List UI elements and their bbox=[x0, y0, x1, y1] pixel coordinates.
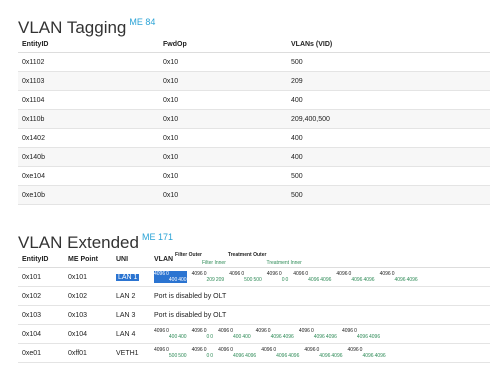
table-row: 0xe104 0x10 500 bbox=[18, 166, 490, 186]
uni-cell: LAN 2 bbox=[112, 286, 150, 306]
entity-id-cell: 0x140b bbox=[18, 147, 159, 167]
uni-label[interactable]: VETH1 bbox=[116, 350, 139, 357]
entity-id-cell: 0xe10b bbox=[18, 185, 159, 205]
uni-cell: LAN 4 bbox=[112, 324, 150, 344]
vlan-tag: 4096040964096 bbox=[347, 347, 386, 359]
table-row: 0x1102 0x10 500 bbox=[18, 52, 490, 72]
uni-label[interactable]: LAN 2 bbox=[116, 293, 135, 300]
fwdop-cell: 0x10 bbox=[159, 185, 287, 205]
entity-id-cell: 0x104 bbox=[18, 324, 64, 344]
col-fwdop: FwdOp bbox=[159, 36, 287, 53]
fwdop-cell: 0x10 bbox=[159, 128, 287, 148]
vlan-tag: 4096040964096 bbox=[336, 271, 375, 283]
table-row: 0x103 0x103 LAN 3 Port is disabled by OLT bbox=[18, 305, 490, 325]
fwdop-cell: 0x10 bbox=[159, 52, 287, 72]
entity-id-cell: 0x1104 bbox=[18, 90, 159, 110]
table-row: 0x110b 0x10 209,400,500 bbox=[18, 109, 490, 129]
fwdop-cell: 0x10 bbox=[159, 166, 287, 186]
fwdop-cell: 0x10 bbox=[159, 109, 287, 129]
me-point-cell: 0x104 bbox=[64, 324, 112, 344]
table-row: 0x1103 0x10 209 bbox=[18, 71, 490, 91]
vlan-cell: 40960400400 40960209209 40960500500 4096000… bbox=[150, 267, 490, 287]
vlan-tag: 4096040964096 bbox=[298, 328, 337, 340]
vlans-cell: 400 bbox=[287, 128, 490, 148]
vlan-tag: 4096040964096 bbox=[218, 347, 257, 359]
vlans-cell: 400 bbox=[287, 90, 490, 110]
vlan-tag: 4096040964096 bbox=[341, 328, 381, 340]
vlan-cell: 40960500500 4096000 4096040964096 409604096… bbox=[150, 343, 490, 363]
table-row: 0x104 0x104 LAN 4 4096040040040960004096040… bbox=[18, 324, 490, 344]
vlan-tag: 40960209209 bbox=[191, 271, 225, 283]
vlan-tagging-table: EntityID FwdOp VLANs (VID) 0x1102 0x10 500… bbox=[18, 36, 490, 205]
table-row: 0xe01 0xff01 VETH1 40960500500 4096000 409604… bbox=[18, 343, 490, 363]
vlans-cell: 500 bbox=[287, 166, 490, 186]
entity-id-cell: 0x1402 bbox=[18, 128, 159, 148]
col-uni: UNI bbox=[112, 251, 150, 268]
vlan-tagging-title: VLAN Tagging ME 84 bbox=[18, 17, 156, 37]
vlan-tag: 4096000 bbox=[191, 328, 214, 340]
table-row: 0x1402 0x10 400 bbox=[18, 128, 490, 148]
vlan-cell: 40960400400 4096000 40960400400 40960409640… bbox=[150, 324, 490, 344]
fwdop-cell: 0x10 bbox=[159, 90, 287, 110]
entity-id-cell: 0x103 bbox=[18, 305, 64, 325]
table-row: 0x102 0x102 LAN 2 Port is disabled by OLT bbox=[18, 286, 490, 306]
vlan-extended-title: VLAN Extended ME 171 bbox=[18, 232, 173, 252]
vlan-tag: 4096040964096 bbox=[379, 271, 418, 283]
vlan-tag: 4096000 bbox=[191, 347, 214, 359]
vlan-tag: 40960500500 bbox=[154, 347, 187, 359]
entity-id-cell: 0x101 bbox=[18, 267, 64, 287]
vlan-extended-table: EntityID ME Point UNI VLAN Filter OuterF… bbox=[18, 251, 490, 363]
vlan-tag: 4096040964096 bbox=[261, 347, 300, 359]
vlan-tag: 40960400400 bbox=[154, 328, 187, 340]
col-me-point: ME Point bbox=[64, 251, 112, 268]
vlan-tag: 40960500500 bbox=[229, 271, 262, 283]
entity-id-cell: 0x1103 bbox=[18, 71, 159, 91]
me-badge: ME 171 bbox=[141, 232, 173, 242]
vlan-tag: 4096040964096 bbox=[293, 271, 332, 283]
vlan-tag: 40960400400 bbox=[154, 271, 187, 283]
vlan-tag: 40960400400 bbox=[218, 328, 251, 340]
me-point-cell: 0x103 bbox=[64, 305, 112, 325]
table-row: 0x140b 0x10 400 bbox=[18, 147, 490, 167]
entity-id-cell: 0x102 bbox=[18, 286, 64, 306]
uni-cell: LAN 3 bbox=[112, 305, 150, 325]
uni-label[interactable]: LAN 3 bbox=[116, 312, 135, 319]
entity-id-cell: 0xe104 bbox=[18, 166, 159, 186]
col-vlans: VLANs (VID) bbox=[287, 36, 490, 53]
entity-id-cell: 0x1102 bbox=[18, 52, 159, 72]
uni-label[interactable]: LAN 4 bbox=[116, 331, 135, 338]
vlans-cell: 500 bbox=[287, 185, 490, 205]
vlans-cell: 209 bbox=[287, 71, 490, 91]
vlan-tag: 4096000 bbox=[266, 271, 289, 283]
me-badge: ME 84 bbox=[129, 17, 156, 27]
me-point-cell: 0x102 bbox=[64, 286, 112, 306]
table-row: 0x101 0x101 LAN 1 4096040040040960209209409… bbox=[18, 267, 490, 287]
col-entityid: EntityID bbox=[18, 36, 159, 53]
col-vlan: VLAN Filter OuterFilter Inner Treatment … bbox=[150, 251, 490, 268]
uni-cell: VETH1 bbox=[112, 343, 150, 363]
table-row: 0x1104 0x10 400 bbox=[18, 90, 490, 110]
port-status: Port is disabled by OLT bbox=[150, 305, 490, 325]
vlans-cell: 400 bbox=[287, 147, 490, 167]
vlans-cell: 209,400,500 bbox=[287, 109, 490, 129]
uni-cell: LAN 1 bbox=[112, 267, 150, 287]
col-entityid: EntityID bbox=[18, 251, 64, 268]
me-point-cell: 0x101 bbox=[64, 267, 112, 287]
port-status: Port is disabled by OLT bbox=[150, 286, 490, 306]
vlan-tag: 4096040964096 bbox=[304, 347, 343, 359]
entity-id-cell: 0x110b bbox=[18, 109, 159, 129]
fwdop-cell: 0x10 bbox=[159, 71, 287, 91]
vlan-tag: 4096040964096 bbox=[255, 328, 294, 340]
me-point-cell: 0xff01 bbox=[64, 343, 112, 363]
table-row: 0xe10b 0x10 500 bbox=[18, 185, 490, 205]
entity-id-cell: 0xe01 bbox=[18, 343, 64, 363]
fwdop-cell: 0x10 bbox=[159, 147, 287, 167]
uni-label[interactable]: LAN 1 bbox=[116, 273, 140, 281]
vlans-cell: 500 bbox=[287, 52, 490, 72]
